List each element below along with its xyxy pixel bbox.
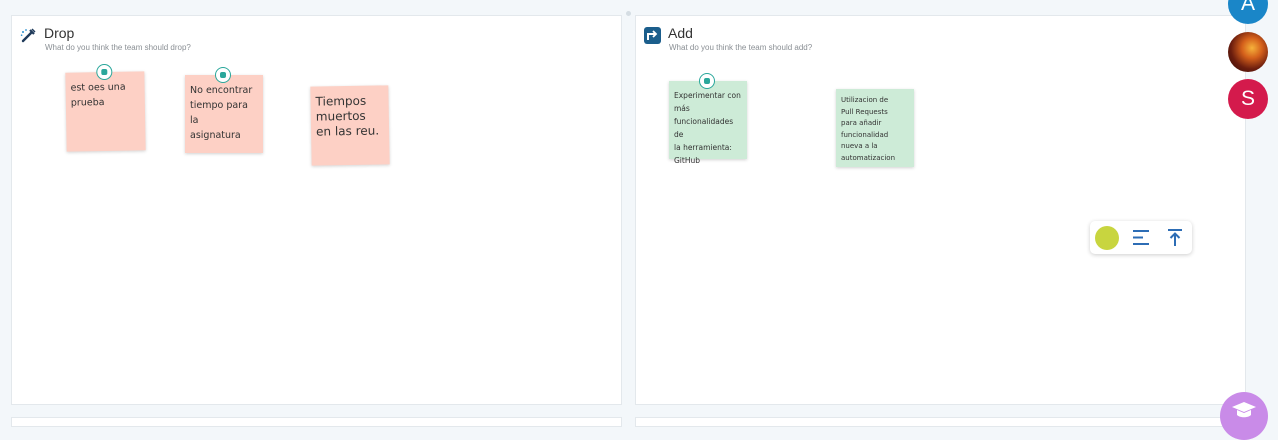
add-column-title: Add <box>668 25 693 41</box>
sticky-note-text: Tiempos muertos en las reu. <box>315 93 380 139</box>
add-column-subtitle: What do you think the team should add? <box>669 43 813 52</box>
avatar[interactable]: S <box>1228 79 1268 119</box>
send-to-top-icon[interactable] <box>1166 228 1184 247</box>
sticky-note-text: Experimentar con más funcionalidades de … <box>674 91 741 165</box>
add-icon <box>644 27 661 44</box>
next-row-column-left <box>11 417 622 427</box>
sticky-note-text: Utilizacion de Pull Requests para añadir… <box>841 96 896 162</box>
column-divider-handle[interactable] <box>626 11 631 16</box>
drop-column: Drop What do you think the team should d… <box>11 15 622 405</box>
sticky-note-text: est oes una prueba <box>70 81 126 109</box>
help-button[interactable] <box>1220 392 1268 440</box>
add-column: Add What do you think the team should ad… <box>635 15 1246 405</box>
drop-column-subtitle: What do you think the team should drop? <box>45 43 191 52</box>
note-toolbar <box>1090 221 1192 254</box>
align-left-icon[interactable] <box>1132 229 1150 246</box>
sticky-note-text: No encontrar tiempo para la asignatura <box>190 85 253 141</box>
note-color-picker[interactable] <box>1095 226 1119 250</box>
drop-icon <box>20 28 36 43</box>
sticky-note[interactable]: Experimentar con más funcionalidades de … <box>669 73 747 165</box>
note-author-icon <box>95 63 112 81</box>
sticky-note[interactable]: Utilizacion de Pull Requests para añadir… <box>836 89 914 167</box>
sticky-note[interactable]: Tiempos muertos en las reu. <box>310 85 390 166</box>
graduation-cap-icon <box>1232 402 1256 418</box>
avatar[interactable] <box>1228 32 1268 72</box>
sticky-note[interactable]: No encontrar tiempo para la asignatura <box>185 67 263 153</box>
note-author-icon <box>699 73 715 89</box>
next-row-column-right <box>635 417 1246 427</box>
note-author-icon <box>215 67 231 83</box>
drop-column-title: Drop <box>44 25 75 41</box>
sticky-note[interactable]: est oes una prueba <box>65 63 146 152</box>
